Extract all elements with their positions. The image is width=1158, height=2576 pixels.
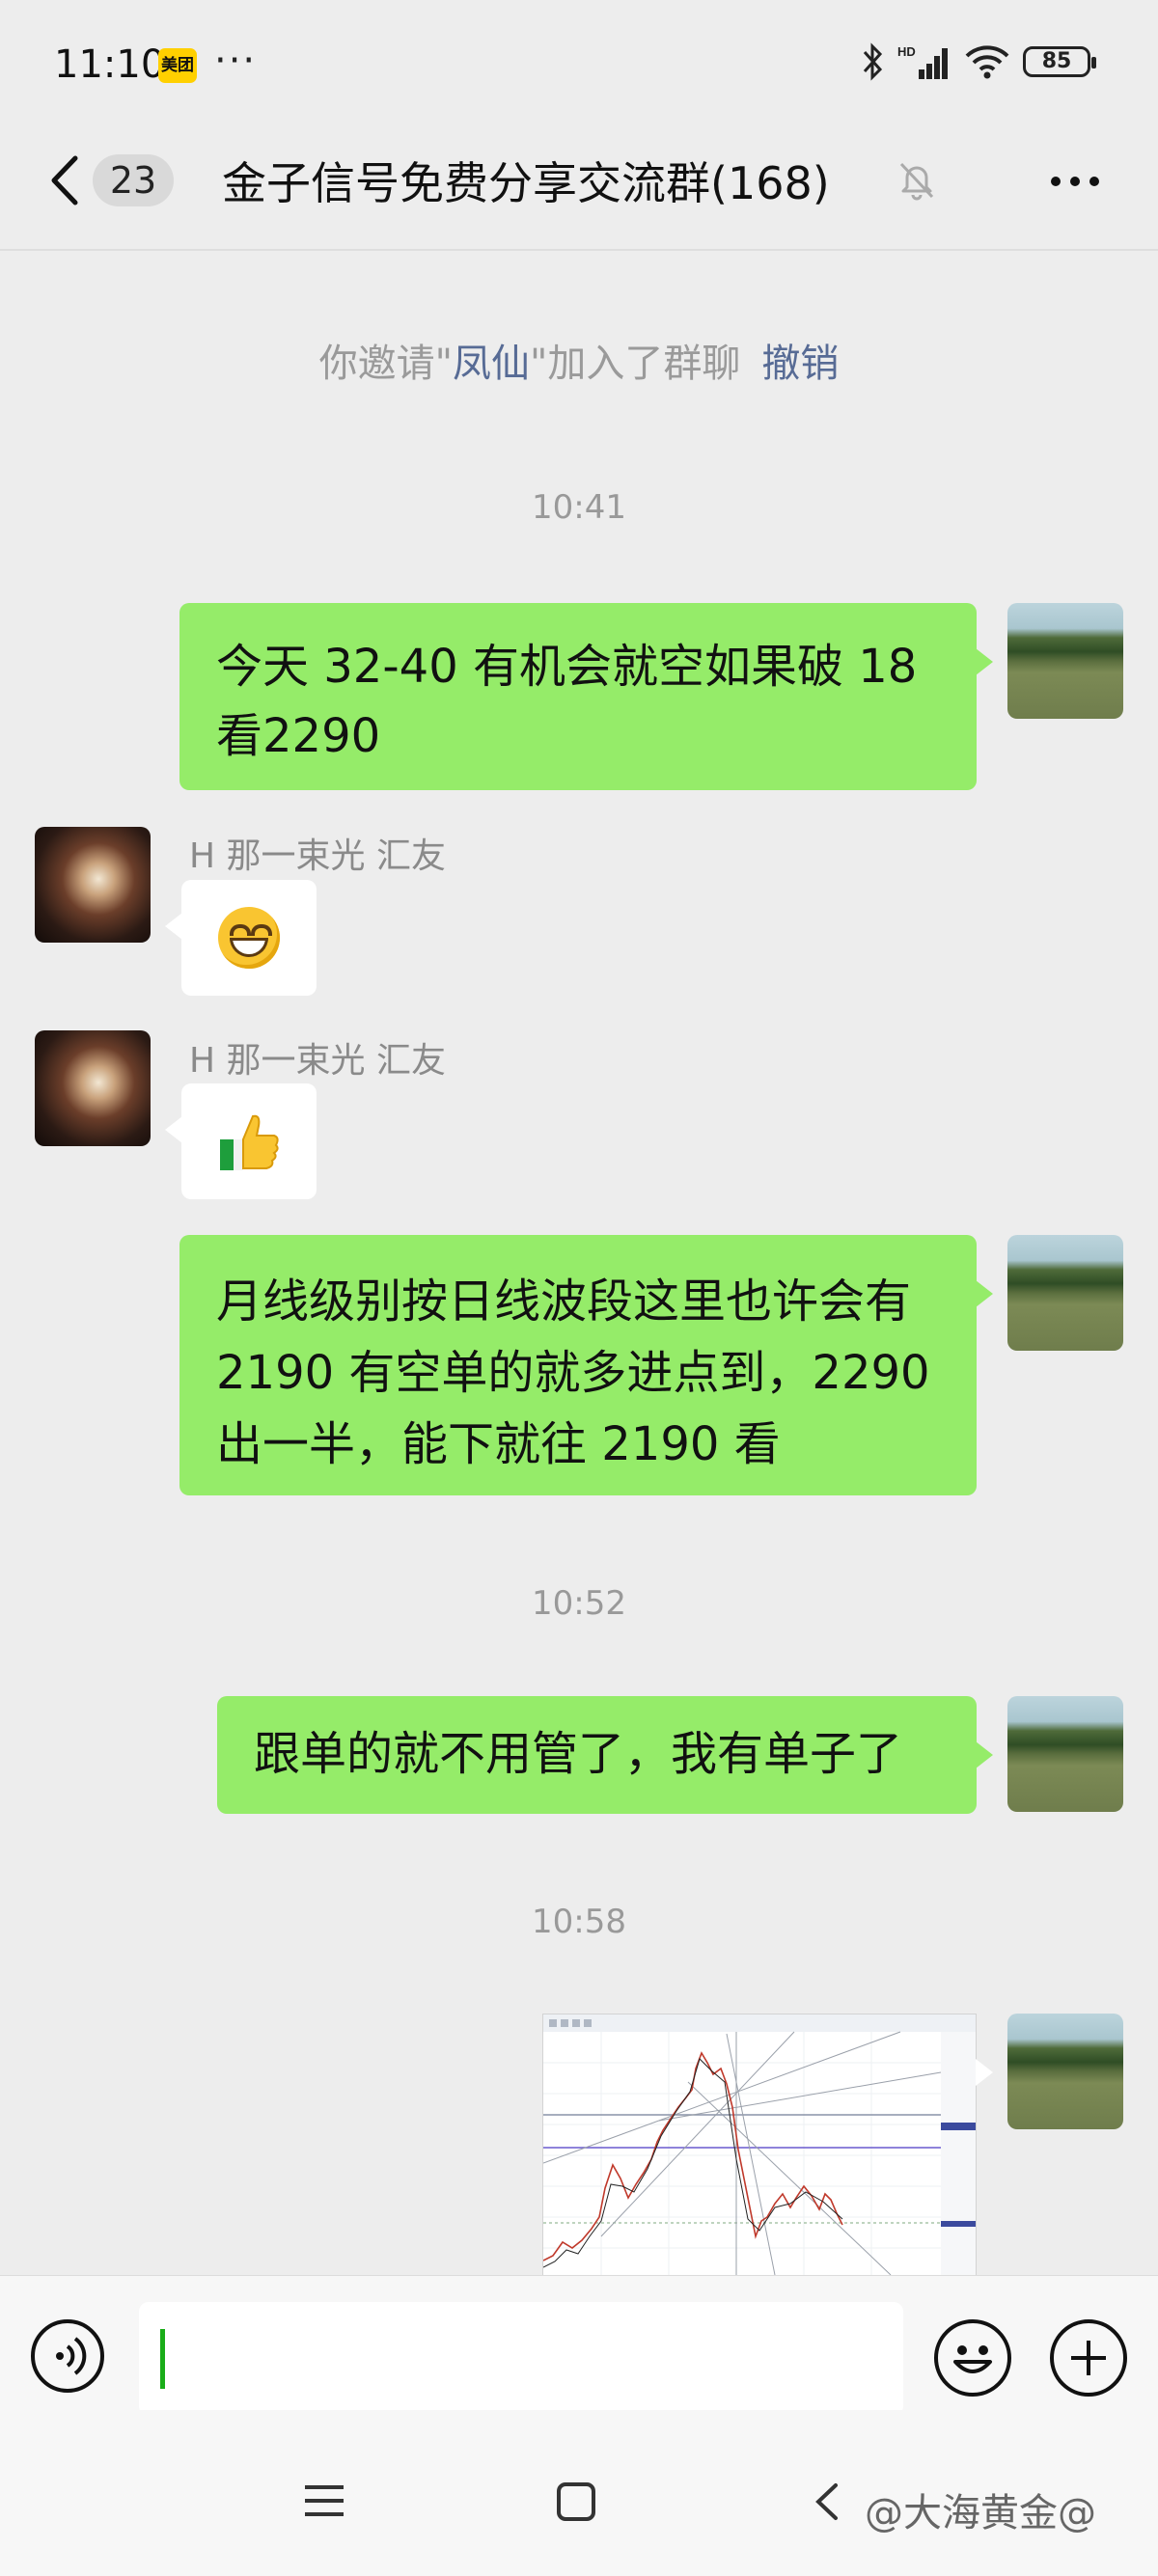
notification-more-icon: ··· (214, 39, 258, 83)
home-icon[interactable] (556, 2481, 596, 2522)
message-line: 月线级别按日线波段这里也许会有 (216, 1274, 912, 1329)
grin-emoji-icon (218, 907, 280, 969)
timestamp: 10:41 (532, 488, 626, 527)
message-bubble-self[interactable]: 跟单的就不用管了，我有单子了 (217, 1696, 977, 1814)
meituan-app-icon: 美团 (158, 48, 197, 83)
message-line: 跟单的就不用管了，我有单子了 (254, 1727, 903, 1781)
battery-indicator: 85 (1023, 46, 1096, 77)
back-icon[interactable] (813, 2481, 841, 2522)
message-line: 出一半，能下就往 2190 看 (216, 1417, 781, 1471)
self-avatar[interactable] (1007, 603, 1123, 719)
self-avatar[interactable] (1007, 2014, 1123, 2129)
voice-icon (56, 2337, 87, 2375)
emoji-icon (953, 2345, 992, 2373)
plus-button[interactable] (1050, 2319, 1127, 2397)
plus-icon (1071, 2341, 1106, 2375)
timestamp: 10:52 (532, 1584, 626, 1623)
signal-icon: HD (897, 44, 948, 79)
bubble-tail (165, 1116, 182, 1143)
thumbs-up-icon (220, 1114, 279, 1170)
message-line: 今天 32-40 有机会就空如果破 18 (216, 640, 918, 694)
invited-name-link[interactable]: 凤仙 (453, 342, 530, 386)
timestamp: 10:58 (532, 1903, 626, 1941)
wifi-icon (965, 45, 1009, 79)
bubble-tail (976, 648, 993, 675)
hd-label: HD (897, 44, 916, 59)
menu-icon[interactable] (303, 2481, 345, 2520)
message-bubble-emoji[interactable] (181, 1083, 317, 1199)
system-notice: 你邀请"凤仙"加入了群聊 撤销 (0, 332, 1158, 388)
self-avatar[interactable] (1007, 1235, 1123, 1351)
message-bubble-self[interactable]: 今天 32-40 有机会就空如果破 18 看2290 (179, 603, 977, 790)
back-chevron-icon[interactable] (48, 154, 81, 206)
voice-button[interactable] (31, 2319, 104, 2393)
notice-suffix: "加入了群聊 (530, 342, 741, 386)
text-caret (160, 2329, 165, 2389)
chat-title: 金子信号免费分享交流群(168) (222, 157, 830, 209)
bluetooth-icon (863, 42, 883, 81)
bubble-tail (976, 2059, 993, 2086)
mute-bell-icon (899, 162, 934, 201)
self-avatar[interactable] (1007, 1696, 1123, 1812)
sender-avatar[interactable] (35, 1030, 151, 1146)
sender-name: H 那一束光 汇友 (189, 1041, 446, 1081)
emoji-button[interactable] (934, 2319, 1011, 2397)
message-bubble-emoji[interactable] (181, 880, 317, 996)
header-divider (0, 249, 1158, 251)
status-icons: HD 85 (861, 42, 1096, 81)
message-input[interactable] (139, 2302, 903, 2416)
status-time: 11:10 (54, 42, 166, 87)
revoke-link[interactable]: 撤销 (761, 342, 839, 386)
message-bubble-self[interactable]: 月线级别按日线波段这里也许会有 2190 有空单的就多进点到，2290 出一半，… (179, 1235, 977, 1495)
message-line: 2190 有空单的就多进点到，2290 (216, 1346, 930, 1400)
sender-name: H 那一束光 汇友 (189, 836, 446, 876)
sender-avatar[interactable] (35, 827, 151, 943)
chart-screenshot (543, 2014, 976, 2275)
unread-count-badge[interactable]: 23 (93, 154, 174, 206)
message-line: 看2290 (216, 709, 381, 763)
bubble-tail (976, 1280, 993, 1307)
bubble-tail (976, 1741, 993, 1768)
notice-prefix: 你邀请" (318, 342, 453, 386)
more-icon[interactable] (1046, 164, 1104, 199)
watermark: @大海黄金@ (865, 2491, 1096, 2535)
bubble-tail (165, 913, 182, 940)
chart-image-message[interactable] (542, 2014, 977, 2276)
